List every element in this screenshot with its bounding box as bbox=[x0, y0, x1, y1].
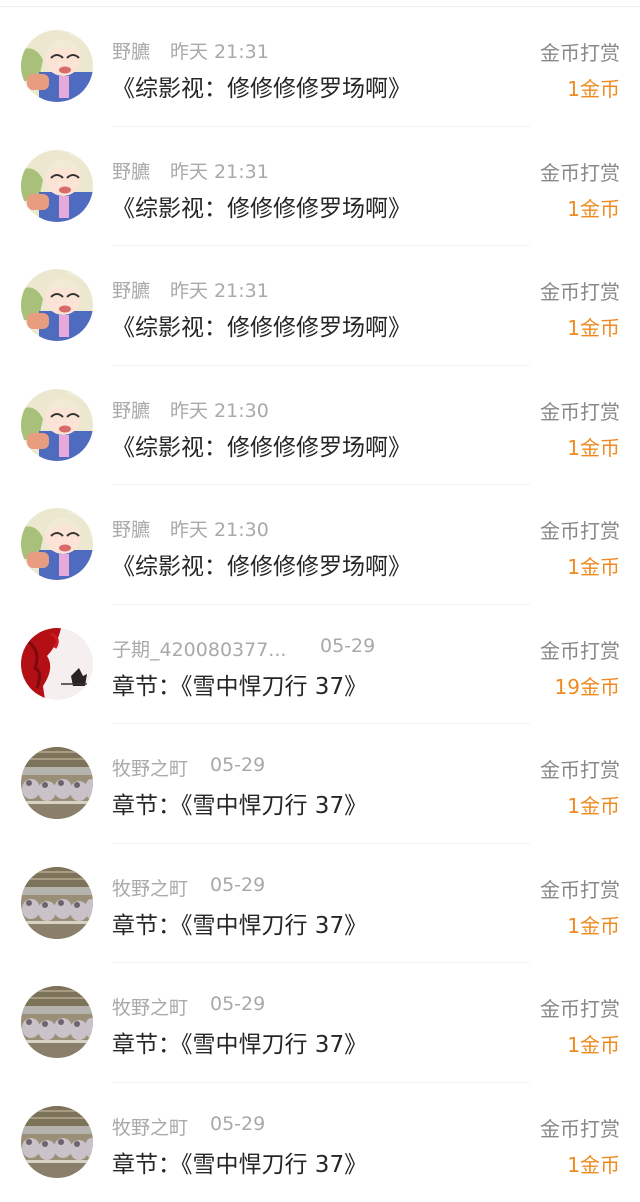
item-meta: 牧野之町 05-29 bbox=[112, 993, 265, 1020]
reward-amount: 1金币 bbox=[567, 193, 620, 222]
timestamp: 05-29 bbox=[210, 754, 265, 781]
chapter-title: 章节：《雪中悍刀行 37》 bbox=[112, 906, 367, 940]
avatar[interactable] bbox=[21, 30, 93, 102]
avatar[interactable] bbox=[21, 747, 93, 819]
reward-amount: 1金币 bbox=[567, 551, 620, 580]
user-name[interactable]: 牧野之町 bbox=[112, 993, 210, 1020]
reward-type: 金币打赏 bbox=[540, 754, 620, 783]
timestamp: 05-29 bbox=[210, 874, 265, 901]
list-item[interactable]: 野臕 昨天 21:31 《综影视：修修修修罗场啊》 金币打赏 1金币 bbox=[0, 127, 640, 247]
chapter-title: 章节：《雪中悍刀行 37》 bbox=[112, 786, 367, 820]
item-meta: 子期_420080377... 05-29 bbox=[112, 635, 375, 662]
reward-amount: 1金币 bbox=[567, 790, 620, 819]
user-name[interactable]: 野臕 bbox=[112, 157, 170, 184]
item-meta: 野臕 昨天 21:31 bbox=[112, 37, 269, 64]
timestamp: 05-29 bbox=[210, 1113, 265, 1140]
chapter-title: 章节：《雪中悍刀行 37》 bbox=[112, 1145, 367, 1179]
list-item[interactable]: 牧野之町 05-29 章节：《雪中悍刀行 37》 金币打赏 1金币 bbox=[0, 724, 640, 844]
item-meta: 野臕 昨天 21:30 bbox=[112, 396, 269, 423]
avatar[interactable] bbox=[21, 867, 93, 939]
reward-amount: 1金币 bbox=[567, 910, 620, 939]
timestamp: 昨天 21:31 bbox=[170, 37, 269, 64]
timestamp: 昨天 21:31 bbox=[170, 157, 269, 184]
item-meta: 野臕 昨天 21:31 bbox=[112, 276, 269, 303]
reward-amount: 1金币 bbox=[567, 432, 620, 461]
timestamp: 05-29 bbox=[210, 993, 265, 1020]
user-name[interactable]: 野臕 bbox=[112, 37, 170, 64]
list-item[interactable]: 牧野之町 05-29 章节：《雪中悍刀行 37》 金币打赏 1金币 bbox=[0, 844, 640, 964]
user-name[interactable]: 牧野之町 bbox=[112, 754, 210, 781]
list-item[interactable]: 子期_420080377... 05-29 章节：《雪中悍刀行 37》 金币打赏… bbox=[0, 605, 640, 725]
item-meta: 牧野之町 05-29 bbox=[112, 1113, 265, 1140]
book-title: 《综影视：修修修修罗场啊》 bbox=[112, 547, 411, 581]
list-item[interactable]: 野臕 昨天 21:31 《综影视：修修修修罗场啊》 金币打赏 1金币 bbox=[0, 246, 640, 366]
reward-type: 金币打赏 bbox=[540, 157, 620, 186]
avatar[interactable] bbox=[21, 628, 93, 700]
avatar[interactable] bbox=[21, 150, 93, 222]
list-item[interactable]: 牧野之町 05-29 章节：《雪中悍刀行 37》 金币打赏 1金币 bbox=[0, 1083, 640, 1202]
reward-amount: 1金币 bbox=[567, 73, 620, 102]
reward-amount: 1金币 bbox=[567, 1029, 620, 1058]
reward-type: 金币打赏 bbox=[540, 993, 620, 1022]
avatar[interactable] bbox=[21, 269, 93, 341]
list-item[interactable]: 野臕 昨天 21:30 《综影视：修修修修罗场啊》 金币打赏 1金币 bbox=[0, 485, 640, 605]
reward-amount: 1金币 bbox=[567, 1149, 620, 1178]
reward-type: 金币打赏 bbox=[540, 37, 620, 66]
reward-list: 野臕 昨天 21:31 《综影视：修修修修罗场啊》 金币打赏 1金币 野臕 昨天… bbox=[0, 7, 640, 1202]
reward-type: 金币打赏 bbox=[540, 1113, 620, 1142]
user-name[interactable]: 子期_420080377... bbox=[112, 635, 320, 662]
item-meta: 野臕 昨天 21:31 bbox=[112, 157, 269, 184]
list-item[interactable]: 牧野之町 05-29 章节：《雪中悍刀行 37》 金币打赏 1金币 bbox=[0, 963, 640, 1083]
user-name[interactable]: 牧野之町 bbox=[112, 1113, 210, 1140]
item-meta: 牧野之町 05-29 bbox=[112, 874, 265, 901]
avatar[interactable] bbox=[21, 1106, 93, 1178]
user-name[interactable]: 野臕 bbox=[112, 396, 170, 423]
timestamp: 昨天 21:30 bbox=[170, 396, 269, 423]
avatar[interactable] bbox=[21, 389, 93, 461]
reward-amount: 19金币 bbox=[555, 671, 620, 700]
chapter-title: 章节：《雪中悍刀行 37》 bbox=[112, 1025, 367, 1059]
item-meta: 牧野之町 05-29 bbox=[112, 754, 265, 781]
reward-type: 金币打赏 bbox=[540, 396, 620, 425]
avatar[interactable] bbox=[21, 986, 93, 1058]
book-title: 《综影视：修修修修罗场啊》 bbox=[112, 308, 411, 342]
reward-type: 金币打赏 bbox=[540, 874, 620, 903]
book-title: 《综影视：修修修修罗场啊》 bbox=[112, 189, 411, 223]
avatar[interactable] bbox=[21, 508, 93, 580]
list-item[interactable]: 野臕 昨天 21:30 《综影视：修修修修罗场啊》 金币打赏 1金币 bbox=[0, 366, 640, 486]
user-name[interactable]: 野臕 bbox=[112, 276, 170, 303]
timestamp: 昨天 21:31 bbox=[170, 276, 269, 303]
list-item[interactable]: 野臕 昨天 21:31 《综影视：修修修修罗场啊》 金币打赏 1金币 bbox=[0, 7, 640, 127]
reward-type: 金币打赏 bbox=[540, 515, 620, 544]
reward-type: 金币打赏 bbox=[540, 276, 620, 305]
timestamp: 昨天 21:30 bbox=[170, 515, 269, 542]
user-name[interactable]: 牧野之町 bbox=[112, 874, 210, 901]
reward-amount: 1金币 bbox=[567, 312, 620, 341]
timestamp: 05-29 bbox=[320, 635, 375, 662]
item-meta: 野臕 昨天 21:30 bbox=[112, 515, 269, 542]
reward-type: 金币打赏 bbox=[540, 635, 620, 664]
book-title: 《综影视：修修修修罗场啊》 bbox=[112, 428, 411, 462]
chapter-title: 章节：《雪中悍刀行 37》 bbox=[112, 667, 367, 701]
book-title: 《综影视：修修修修罗场啊》 bbox=[112, 69, 411, 103]
user-name[interactable]: 野臕 bbox=[112, 515, 170, 542]
